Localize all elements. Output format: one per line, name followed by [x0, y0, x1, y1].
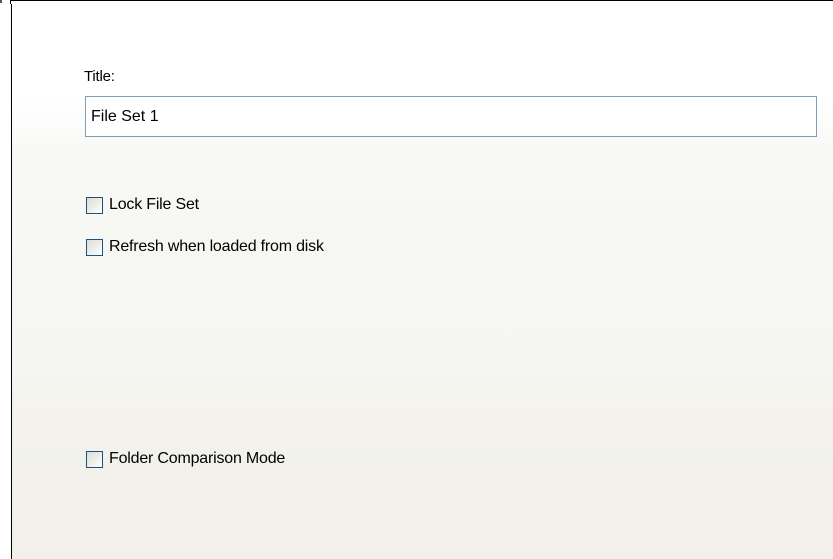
folder-comparison-mode-checkbox-box[interactable] [86, 450, 103, 468]
refresh-when-loaded-label[interactable]: Refresh when loaded from disk [109, 238, 324, 256]
title-input[interactable] [85, 96, 817, 137]
folder-comparison-mode-checkbox[interactable]: Folder Comparison Mode [86, 450, 285, 468]
refresh-when-loaded-checkbox[interactable]: Refresh when loaded from disk [86, 238, 324, 256]
lock-file-set-label[interactable]: Lock File Set [109, 196, 199, 214]
lock-file-set-checkbox[interactable]: Lock File Set [86, 196, 199, 214]
file-set-properties-panel [11, 4, 833, 559]
frame-corner-mark [0, 0, 2, 3]
folder-comparison-mode-label[interactable]: Folder Comparison Mode [109, 450, 285, 468]
window-frame: Title: Lock File Set Refresh when loaded… [0, 0, 833, 559]
title-label: Title: [84, 68, 115, 85]
lock-file-set-checkbox-box[interactable] [86, 196, 103, 214]
refresh-when-loaded-checkbox-box[interactable] [86, 238, 103, 256]
